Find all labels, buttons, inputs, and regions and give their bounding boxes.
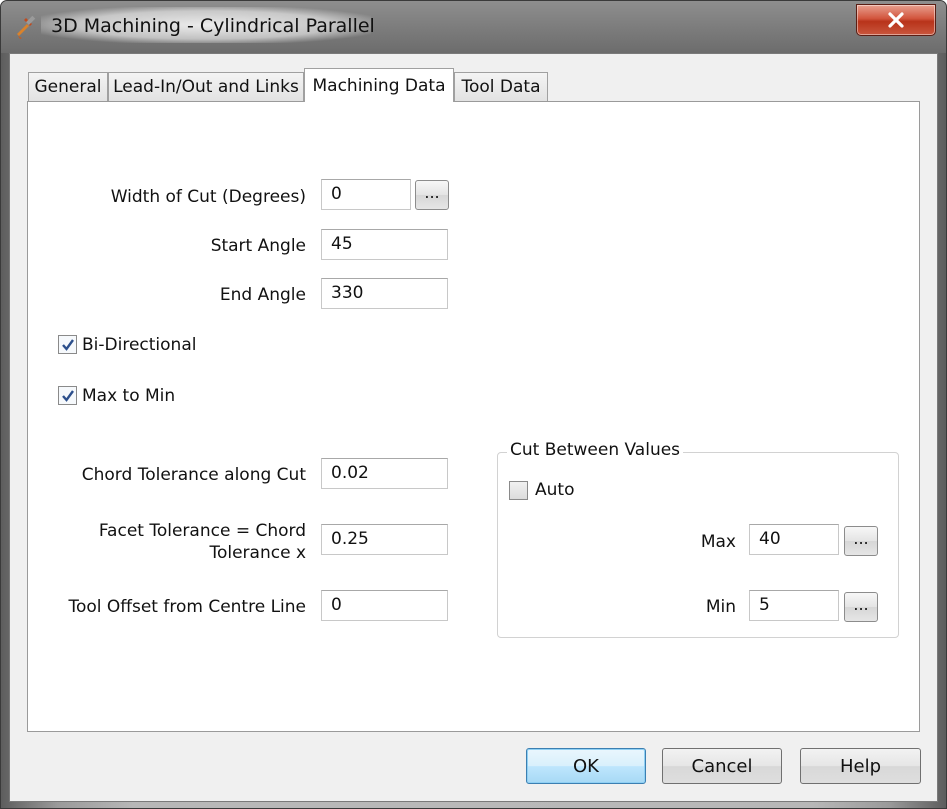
auto-checkbox[interactable] <box>509 481 528 500</box>
machining-app-icon <box>17 15 36 39</box>
width-of-cut-input[interactable]: 0 <box>321 179 411 210</box>
bi-directional-checkbox[interactable] <box>58 335 77 354</box>
close-icon <box>888 12 904 28</box>
min-label: Min <box>705 597 736 617</box>
window-title: 3D Machining - Cylindrical Parallel <box>51 15 375 37</box>
start-angle-label: Start Angle <box>210 236 306 256</box>
chord-tolerance-input[interactable]: 0.02 <box>321 458 448 489</box>
width-of-cut-browse-button[interactable]: ... <box>415 180 449 210</box>
max-label: Max <box>700 532 736 552</box>
max-input[interactable]: 40 <box>749 524 839 555</box>
tab-machining-data[interactable]: Machining Data <box>304 68 454 102</box>
cut-between-values-title: Cut Between Values <box>507 440 684 460</box>
min-input[interactable]: 5 <box>749 590 839 621</box>
tool-offset-label: Tool Offset from Centre Line <box>68 597 306 617</box>
min-browse-button[interactable]: ... <box>844 592 878 622</box>
tab-lead-in-out-links[interactable]: Lead-In/Out and Links <box>108 72 304 101</box>
tab-tool-data[interactable]: Tool Data <box>454 72 548 101</box>
machining-data-panel: Width of Cut (Degrees) 0 ... Start Angle… <box>27 101 920 732</box>
max-to-min-label[interactable]: Max to Min <box>82 386 175 406</box>
auto-label[interactable]: Auto <box>535 480 574 500</box>
checkmark-icon <box>62 390 74 402</box>
chord-tolerance-label: Chord Tolerance along Cut <box>81 465 306 485</box>
end-angle-input[interactable]: 330 <box>321 278 448 309</box>
checkmark-icon <box>62 339 74 351</box>
cancel-button[interactable]: Cancel <box>662 748 782 784</box>
help-button[interactable]: Help <box>800 748 921 784</box>
dialog-client-area: General Lead-In/Out and Links Machining … <box>9 53 938 802</box>
max-to-min-checkbox[interactable] <box>58 386 77 405</box>
title-bar[interactable]: 3D Machining - Cylindrical Parallel <box>1 1 946 53</box>
dialog-window: 3D Machining - Cylindrical Parallel Gene… <box>0 0 947 809</box>
facet-tolerance-input[interactable]: 0.25 <box>321 524 448 555</box>
facet-tolerance-label-line1: Facet Tolerance = Chord <box>98 521 306 541</box>
width-of-cut-label: Width of Cut (Degrees) <box>110 187 306 207</box>
facet-tolerance-label-line2: Tolerance x <box>209 543 306 563</box>
start-angle-input[interactable]: 45 <box>321 229 448 260</box>
close-button[interactable] <box>856 4 936 36</box>
tab-general[interactable]: General <box>28 72 108 101</box>
max-browse-button[interactable]: ... <box>844 526 878 556</box>
ok-button[interactable]: OK <box>526 748 646 784</box>
end-angle-label: End Angle <box>219 285 306 305</box>
tool-offset-input[interactable]: 0 <box>321 590 448 621</box>
bi-directional-label[interactable]: Bi-Directional <box>82 335 196 355</box>
